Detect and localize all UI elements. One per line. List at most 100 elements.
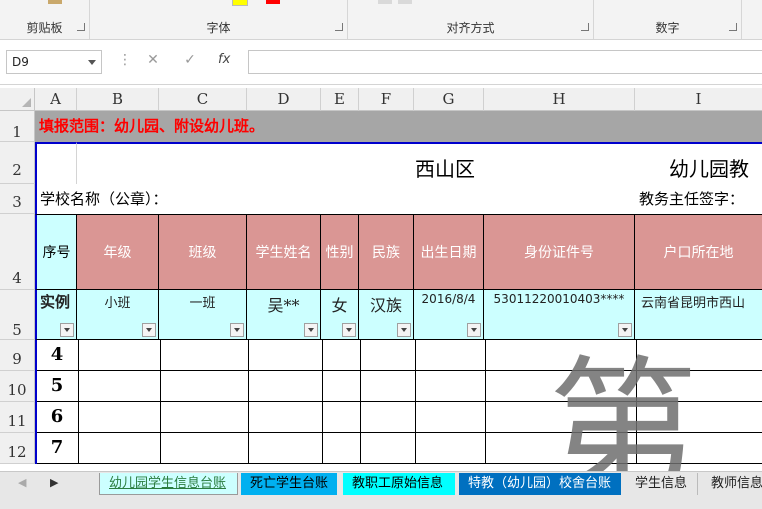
tab-teacher-info[interactable]: 教师信息 (702, 473, 762, 495)
row-header-12[interactable]: 12 (0, 433, 35, 464)
name-box[interactable]: D9 (6, 50, 102, 74)
tab-deceased-student-ledger[interactable]: 死亡学生台账 (241, 473, 337, 495)
row-header-10[interactable]: 10 (0, 371, 35, 402)
cell-a2[interactable] (35, 142, 77, 184)
format-painter-icon[interactable] (48, 0, 62, 4)
ribbon-group-label: 数字 (655, 21, 680, 35)
school-name-label[interactable]: 学校名称（公章）： (35, 184, 635, 214)
example-id-number[interactable]: 53011220010403**** (484, 290, 635, 340)
align-icon[interactable] (398, 0, 412, 4)
header-household[interactable]: 户口所在地 (635, 214, 762, 290)
column-header-f[interactable]: F (359, 88, 414, 111)
example-ethnicity-text: 汉族 (369, 296, 402, 315)
select-all-triangle-icon (22, 98, 31, 107)
row-header-3[interactable]: 3 (0, 184, 35, 214)
ribbon-group-font: 字体 (90, 0, 348, 39)
filter-dropdown-icon[interactable] (467, 323, 481, 337)
example-seq[interactable]: 实例 (35, 290, 77, 340)
header-gender[interactable]: 性别 (321, 214, 359, 290)
dialog-launcher-icon[interactable] (77, 23, 85, 31)
example-birthdate[interactable]: 2016/8/4 (414, 290, 484, 340)
seq-cell[interactable]: 7 (37, 437, 77, 458)
header-student-name[interactable]: 学生姓名 (247, 214, 321, 290)
row-header-5[interactable]: 5 (0, 290, 35, 340)
row-header-1[interactable]: 1 (0, 111, 35, 142)
tab-student-info[interactable]: 学生信息 (626, 473, 698, 495)
seq-cell[interactable]: 4 (37, 344, 77, 365)
header-birthdate[interactable]: 出生日期 (414, 214, 484, 290)
dialog-launcher-icon[interactable] (729, 23, 737, 31)
banner-cell[interactable]: 填报范围：幼儿园、附设幼儿班。 (35, 111, 762, 142)
select-all-corner[interactable] (0, 88, 35, 111)
row-header-9[interactable]: 9 (0, 340, 35, 371)
filter-dropdown-icon[interactable] (60, 323, 74, 337)
filter-dropdown-icon[interactable] (304, 323, 318, 337)
filter-dropdown-icon[interactable] (142, 323, 156, 337)
title-cell[interactable]: 西山区 幼儿园教 (77, 142, 762, 184)
example-grade[interactable]: 小班 (77, 290, 159, 340)
insert-function-icon[interactable]: fx (218, 52, 230, 67)
row-header-4[interactable]: 4 (0, 214, 35, 290)
watermark-clip: 第 (548, 340, 762, 471)
ribbon: 剪贴板 字体 对齐方式 数字 (0, 0, 762, 40)
header-grade[interactable]: 年级 (77, 214, 159, 290)
filter-dropdown-icon[interactable] (397, 323, 411, 337)
filter-dropdown-icon[interactable] (230, 323, 244, 337)
example-gender-text: 女 (331, 296, 348, 315)
watermark: 第 (548, 343, 699, 471)
cancel-icon[interactable]: ✕ (143, 52, 163, 68)
scroll-left-icon[interactable]: ◀ (18, 476, 26, 489)
column-header-a[interactable]: A (35, 88, 77, 111)
ribbon-group-label: 对齐方式 (446, 21, 495, 35)
header-class[interactable]: 班级 (159, 214, 247, 290)
chevron-down-icon[interactable] (88, 60, 96, 65)
column-header-e[interactable]: E (321, 88, 359, 111)
ribbon-group-number: 数字 (594, 0, 742, 39)
tab-special-ed-building-ledger[interactable]: 特教（幼儿园）校舍台账 (459, 473, 621, 495)
example-household-text: 云南省昆明市西山 (641, 296, 746, 311)
ribbon-group-label: 字体 (206, 21, 231, 35)
example-seq-text: 实例 (40, 293, 71, 311)
example-household[interactable]: 云南省昆明市西山 (635, 290, 762, 340)
row-header-2[interactable]: 2 (0, 142, 35, 184)
ribbon-group-alignment: 对齐方式 (348, 0, 594, 39)
example-student-name[interactable]: 吴** (247, 290, 321, 340)
title-left: 西山区 (415, 157, 475, 181)
header-ethnicity[interactable]: 民族 (359, 214, 414, 290)
filter-dropdown-icon[interactable] (618, 323, 632, 337)
column-header-d[interactable]: D (247, 88, 321, 111)
example-class[interactable]: 一班 (159, 290, 247, 340)
example-class-text: 一班 (189, 296, 216, 311)
dialog-launcher-icon[interactable] (335, 23, 343, 31)
dialog-launcher-icon[interactable] (581, 23, 589, 31)
tab-kindergarten-student-ledger[interactable]: 幼儿园学生信息台账 (99, 473, 238, 495)
more-options-icon: ⋮ (118, 52, 132, 68)
font-color-icon[interactable] (266, 0, 280, 4)
formula-input[interactable] (248, 50, 762, 74)
ribbon-group-clipboard: 剪贴板 (0, 0, 90, 39)
highlight-color-icon[interactable] (232, 0, 248, 6)
header-id-number[interactable]: 身份证件号 (484, 214, 635, 290)
column-header-h[interactable]: H (484, 88, 635, 111)
column-header-c[interactable]: C (159, 88, 247, 111)
name-box-value: D9 (12, 55, 29, 69)
column-header-g[interactable]: G (414, 88, 484, 111)
director-label[interactable]: 教务主任签字： (635, 184, 762, 214)
column-header-i[interactable]: I (635, 88, 762, 111)
filter-dropdown-icon[interactable] (342, 323, 356, 337)
align-icon[interactable] (378, 0, 392, 4)
seq-cell[interactable]: 6 (37, 406, 77, 427)
column-header-b[interactable]: B (77, 88, 159, 111)
example-id-number-text: 53011220010403**** (493, 292, 625, 306)
example-ethnicity[interactable]: 汉族 (359, 290, 414, 340)
scroll-right-icon[interactable]: ▶ (50, 476, 58, 489)
tab-staff-original-info[interactable]: 教职工原始信息 (343, 473, 455, 495)
ribbon-group-label: 剪贴板 (26, 21, 63, 35)
row-header-11[interactable]: 11 (0, 402, 35, 433)
enter-icon[interactable]: ✓ (180, 52, 200, 68)
seq-cell[interactable]: 5 (37, 375, 77, 396)
header-seq[interactable]: 序号 (35, 214, 77, 290)
example-grade-text: 小班 (104, 296, 131, 311)
title-right: 幼儿园教 (669, 157, 749, 181)
example-gender[interactable]: 女 (321, 290, 359, 340)
